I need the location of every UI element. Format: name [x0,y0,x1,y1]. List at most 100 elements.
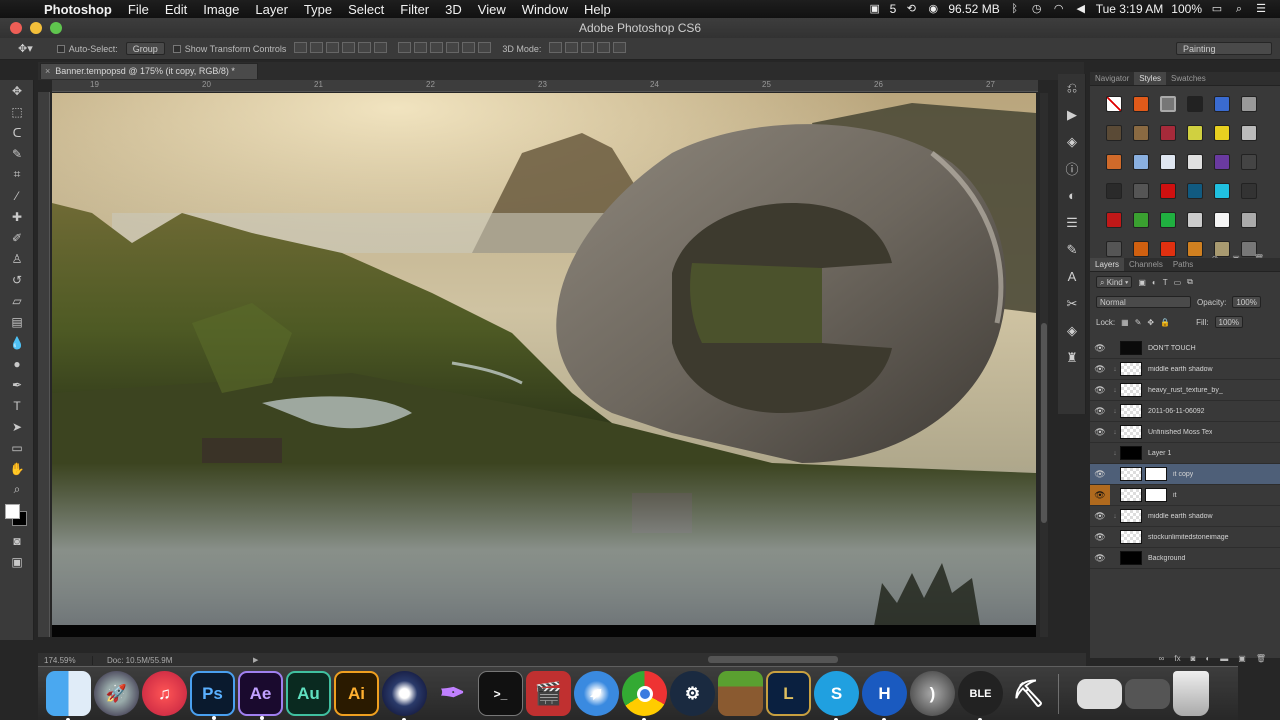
menu-window[interactable]: Window [514,2,576,17]
dodge-tool-icon[interactable]: ● [0,353,34,374]
clone-stamp-tool-icon[interactable]: ♙ [0,248,34,269]
style-swatch[interactable] [1214,212,1230,228]
photo-booth-icon[interactable]: 🎬 [526,671,571,716]
lock-transparent-icon[interactable]: ▦ [1121,318,1129,327]
style-swatch[interactable] [1133,96,1149,112]
document-canvas[interactable] [52,93,1036,637]
distribute-buttons[interactable] [398,42,494,55]
visibility-eye-icon[interactable]: 👁 [1090,553,1110,564]
visibility-eye-icon[interactable]: 👁 [1090,343,1110,354]
style-swatch[interactable] [1187,96,1203,112]
minimize-window-button[interactable] [30,22,42,34]
feather-icon[interactable]: ✒ [430,671,475,716]
tool-presets-icon[interactable]: ✂ [1058,290,1086,317]
menu-select[interactable]: Select [340,2,392,17]
battery-icon[interactable]: ▭ [1210,3,1224,15]
sync-icon[interactable]: ⟲ [904,3,918,15]
add-mask-icon[interactable]: ◙ [1191,654,1196,666]
sketch-tool-icon[interactable]: ⛏ [1006,671,1051,716]
photoshop-dock-icon[interactable]: Ps [190,671,235,720]
layer-row[interactable]: 👁 it [1090,485,1280,506]
style-swatch[interactable] [1187,241,1203,257]
new-layer-icon[interactable]: ▣ [1238,654,1246,666]
zoom-window-button[interactable] [50,22,62,34]
auto-select-target-dropdown[interactable]: Group [125,42,165,55]
fill-field[interactable]: 100% [1214,316,1243,328]
steam-icon[interactable]: ⚙ [670,671,715,716]
show-transform-checkbox[interactable]: Show Transform Controls [172,44,286,54]
cinema4d-icon[interactable] [382,671,427,720]
menu-file[interactable]: File [120,2,157,17]
wifi-icon[interactable]: ◠ [1052,3,1066,15]
3d-panel-icon[interactable]: ◈ [1058,317,1086,344]
history-brush-tool-icon[interactable]: ↺ [0,269,34,290]
lasso-tool-icon[interactable]: ᑕ [0,122,34,143]
notes-window-icon[interactable] [1125,678,1170,709]
h-app-icon[interactable]: H [862,671,907,720]
zoom-tool-icon[interactable]: ⌕ [0,479,34,500]
adjustments-panel-icon[interactable]: ◐ [1058,182,1086,209]
finder-icon[interactable] [46,671,91,720]
layer-mask-thumbnail[interactable] [1145,467,1167,481]
style-swatch[interactable] [1106,125,1122,141]
shape-tool-icon[interactable]: ▭ [0,437,34,458]
visibility-eye-icon[interactable]: 👁 [1090,511,1110,522]
chrome-icon[interactable] [622,671,667,720]
style-swatch[interactable] [1241,212,1257,228]
move-tool-icon[interactable]: ✥ [0,80,34,101]
tab-swatches[interactable]: Swatches [1166,72,1211,85]
visibility-eye-icon[interactable]: 👁 [1090,406,1110,417]
launchpad-icon[interactable]: 🚀 [94,671,139,716]
blur-tool-icon[interactable]: 💧 [0,332,34,353]
color-chips[interactable] [0,500,33,530]
link-layers-icon[interactable]: ∞ [1159,654,1165,666]
after-effects-icon[interactable]: Ae [238,671,283,720]
style-swatch[interactable] [1160,96,1176,112]
style-swatch[interactable] [1187,154,1203,170]
layer-row[interactable]: 👁 ↓ middle earth shadow [1090,506,1280,527]
quick-selection-tool-icon[interactable]: ✎ [0,143,34,164]
close-window-button[interactable] [10,22,22,34]
style-swatch[interactable] [1133,212,1149,228]
itunes-icon[interactable]: ♫ [142,671,187,716]
tab-channels[interactable]: Channels [1124,258,1168,271]
marquee-tool-icon[interactable]: ⬚ [0,101,34,122]
layer-row[interactable]: 👁 ↓ 2011-06-11-06092 [1090,401,1280,422]
document-size[interactable]: Doc: 10.5M/55.9M [93,656,253,665]
new-adjustment-icon[interactable]: ◐ [1205,654,1210,666]
league-icon[interactable]: L [766,671,811,716]
style-swatch[interactable] [1106,241,1122,257]
style-swatch[interactable] [1106,212,1122,228]
menu-app-name[interactable]: Photoshop [36,2,120,17]
clone-source-icon[interactable]: ♜ [1058,344,1086,371]
style-swatch[interactable] [1133,183,1149,199]
notification-center-icon[interactable]: ☰ [1254,3,1268,15]
memory-readout[interactable]: 96.52 MB [948,2,999,16]
visibility-eye-icon[interactable]: 👁 [1090,469,1110,480]
path-selection-tool-icon[interactable]: ➤ [0,416,34,437]
layer-style-icon[interactable]: fx [1174,654,1180,666]
style-swatch[interactable] [1241,183,1257,199]
wacom-icon[interactable]: ) [910,671,955,716]
workspace-dropdown[interactable]: Painting [1176,42,1272,55]
menu-edit[interactable]: Edit [157,2,195,17]
actions-panel-icon[interactable]: ▶ [1058,101,1086,128]
style-swatch[interactable] [1106,183,1122,199]
hand-tool-icon[interactable]: ✋ [0,458,34,479]
scroll-thumb[interactable] [1041,323,1047,523]
illustrator-icon[interactable]: Ai [334,671,379,716]
brush-presets-icon[interactable]: ✎ [1058,236,1086,263]
style-swatch[interactable] [1133,241,1149,257]
clock[interactable]: Tue 3:19 AM [1096,2,1164,16]
preview-window-icon[interactable] [1077,678,1122,709]
blend-mode-dropdown[interactable]: Normal [1096,296,1191,308]
style-swatch[interactable] [1106,96,1122,112]
document-tab[interactable]: × Banner.tempopsd @ 175% (it copy, RGB/8)… [40,63,258,79]
style-swatch[interactable] [1241,96,1257,112]
audition-icon[interactable]: Au [286,671,331,716]
filter-adjustment-icon[interactable]: ◐ [1152,278,1157,287]
align-buttons[interactable] [294,42,390,55]
style-swatch[interactable] [1160,183,1176,199]
lock-position-icon[interactable]: ✥ [1147,318,1154,327]
crop-tool-icon[interactable]: ⌗ [0,164,34,185]
